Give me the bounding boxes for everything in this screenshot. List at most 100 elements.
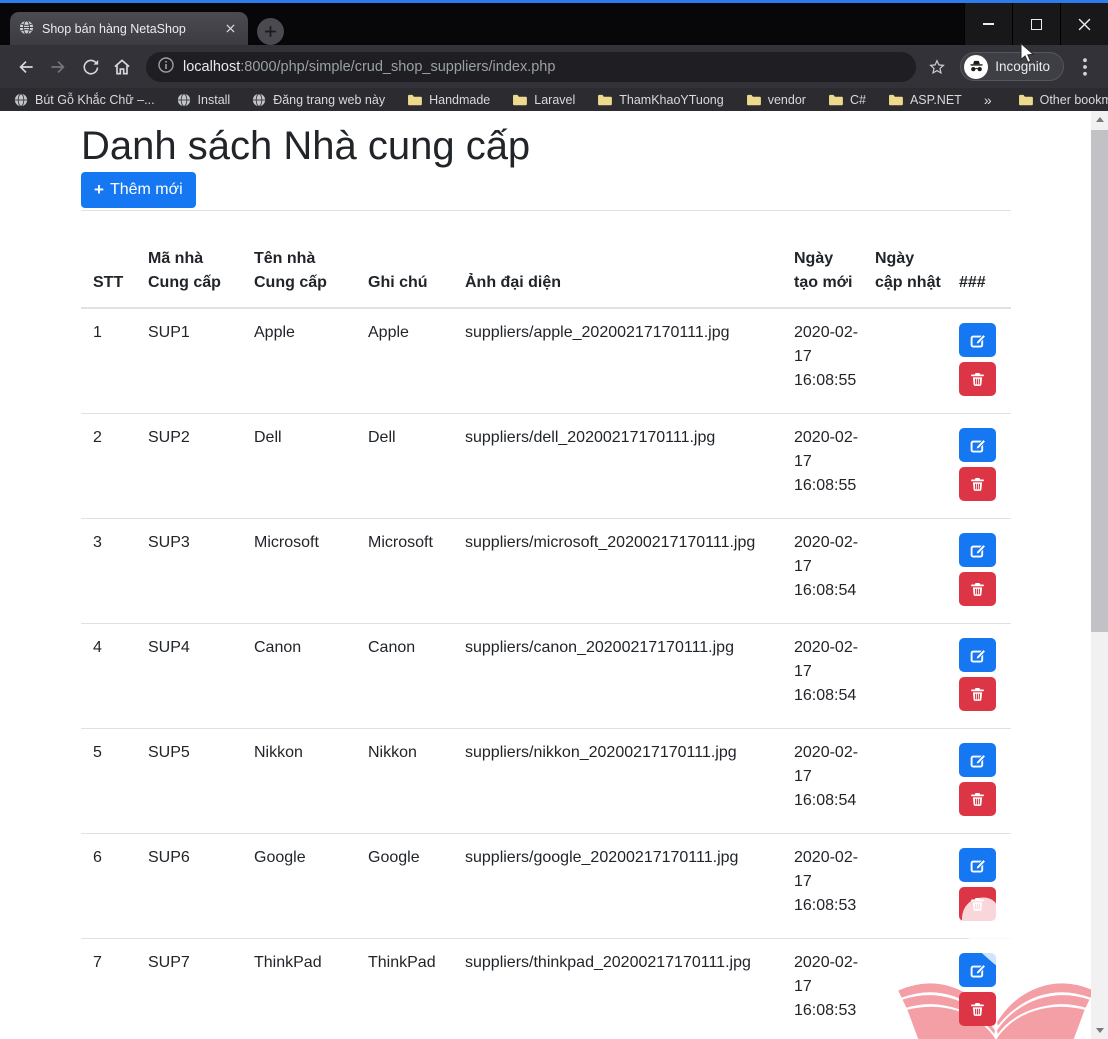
incognito-badge[interactable]: Incognito: [960, 52, 1064, 81]
delete-button[interactable]: [959, 572, 996, 606]
cell-stt: 6: [81, 833, 136, 938]
bookmark-folder[interactable]: vendor: [746, 93, 806, 107]
edit-pencil-icon: [970, 962, 986, 978]
edit-pencil-icon: [970, 752, 986, 768]
edit-button[interactable]: [959, 743, 996, 777]
folder-icon: [888, 94, 903, 106]
incognito-icon: [964, 55, 988, 79]
cell-name: Nikkon: [242, 728, 356, 833]
cell-stt: 1: [81, 308, 136, 414]
edit-button[interactable]: [959, 428, 996, 462]
delete-button[interactable]: [959, 992, 996, 1026]
delete-button[interactable]: [959, 782, 996, 816]
other-bookmarks-button[interactable]: Other bookmarks: [1018, 93, 1108, 107]
cell-updated: [863, 518, 947, 623]
cell-updated: [863, 728, 947, 833]
new-tab-button[interactable]: [257, 18, 284, 45]
url-host: localhost: [183, 59, 240, 75]
bookmark-label: vendor: [768, 93, 806, 107]
bookmarks-overflow-chevron-icon[interactable]: »: [984, 92, 992, 108]
bookmark-label: C#: [850, 93, 866, 107]
bookmark-folder[interactable]: C#: [828, 93, 866, 107]
tab-title: Shop bán hàng NetaShop: [42, 22, 213, 36]
cell-stt: 5: [81, 728, 136, 833]
add-new-label: Thêm mới: [110, 181, 183, 199]
window-accent-border: [0, 0, 1108, 3]
cell-name: Google: [242, 833, 356, 938]
bookmark-label: Install: [198, 93, 231, 107]
delete-button[interactable]: [959, 677, 996, 711]
back-arrow-icon: [16, 57, 36, 77]
table-row: 4 SUP4 Canon Canon suppliers/canon_20200…: [81, 623, 1011, 728]
bookmark-label: Laravel: [534, 93, 575, 107]
cell-updated: [863, 833, 947, 938]
tab-strip: Shop bán hàng NetaShop: [0, 3, 1108, 45]
tab-close-icon[interactable]: [221, 20, 239, 38]
cell-code: SUP5: [136, 728, 242, 833]
edit-pencil-icon: [970, 647, 986, 663]
header-created: Ngày tạo mới: [782, 211, 863, 308]
close-icon: [1078, 18, 1091, 31]
cell-created: 2020-02-17 16:08:53: [782, 938, 863, 1039]
bookmark-item[interactable]: Install: [177, 93, 231, 107]
bookmark-folder[interactable]: Handmade: [407, 93, 490, 107]
cell-name: Dell: [242, 413, 356, 518]
scrollbar-down-button[interactable]: [1091, 1022, 1108, 1039]
reload-button[interactable]: [74, 51, 106, 83]
cell-created: 2020-02-17 16:08:55: [782, 413, 863, 518]
trash-icon: [970, 791, 985, 807]
edit-button[interactable]: [959, 323, 996, 357]
cell-image: suppliers/google_20200217170111.jpg: [453, 833, 782, 938]
bookmark-item[interactable]: Đăng trang web này: [252, 93, 385, 107]
add-new-button[interactable]: + Thêm mới: [81, 172, 196, 208]
cell-code: SUP2: [136, 413, 242, 518]
home-button[interactable]: [106, 51, 138, 83]
edit-button[interactable]: [959, 848, 996, 882]
table-row: 5 SUP5 Nikkon Nikkon suppliers/nikkon_20…: [81, 728, 1011, 833]
bookmark-label: Bút Gỗ Khắc Chữ –...: [35, 93, 155, 107]
scrollbar-up-button[interactable]: [1091, 111, 1108, 128]
site-info-icon[interactable]: [158, 57, 174, 77]
star-icon: [928, 58, 946, 76]
cell-note: ThinkPad: [356, 938, 453, 1039]
cell-note: Dell: [356, 413, 453, 518]
cell-code: SUP1: [136, 308, 242, 414]
trash-icon: [970, 581, 985, 597]
window-minimize-button[interactable]: [964, 3, 1012, 45]
bookmark-folder[interactable]: ASP.NET: [888, 93, 962, 107]
globe-icon: [14, 93, 28, 107]
bookmark-star-button[interactable]: [922, 52, 952, 82]
window-close-button[interactable]: [1060, 3, 1108, 45]
cell-name: Canon: [242, 623, 356, 728]
edit-button[interactable]: [959, 953, 996, 987]
back-button[interactable]: [10, 51, 42, 83]
trash-icon: [970, 476, 985, 492]
delete-button[interactable]: [959, 362, 996, 396]
folder-icon: [828, 94, 843, 106]
browser-menu-button[interactable]: [1072, 52, 1098, 82]
table-row: 6 SUP6 Google Google suppliers/google_20…: [81, 833, 1011, 938]
header-code: Mã nhà Cung cấp: [136, 211, 242, 308]
browser-tab[interactable]: Shop bán hàng NetaShop: [10, 12, 248, 45]
bookmark-folder[interactable]: ThamKhaoYTuong: [597, 93, 723, 107]
edit-button[interactable]: [959, 638, 996, 672]
bookmark-item[interactable]: Bút Gỗ Khắc Chữ –...: [14, 93, 155, 107]
address-bar[interactable]: localhost:8000/php/simple/crud_shop_supp…: [146, 52, 916, 82]
cell-stt: 7: [81, 938, 136, 1039]
delete-button[interactable]: [959, 887, 996, 921]
forward-button[interactable]: [42, 51, 74, 83]
table-row: 7 SUP7 ThinkPad ThinkPad suppliers/think…: [81, 938, 1011, 1039]
cell-code: SUP7: [136, 938, 242, 1039]
edit-button[interactable]: [959, 533, 996, 567]
cell-code: SUP4: [136, 623, 242, 728]
bookmark-folder[interactable]: Laravel: [512, 93, 575, 107]
window-maximize-button[interactable]: [1012, 3, 1060, 45]
trash-icon: [970, 371, 985, 387]
cell-image: suppliers/thinkpad_20200217170111.jpg: [453, 938, 782, 1039]
cell-created: 2020-02-17 16:08:53: [782, 833, 863, 938]
header-stt: STT: [81, 211, 136, 308]
cell-image: suppliers/dell_20200217170111.jpg: [453, 413, 782, 518]
scrollbar-thumb[interactable]: [1091, 130, 1108, 632]
bookmarks-bar: Bút Gỗ Khắc Chữ –... Install Đăng trang …: [0, 88, 1108, 111]
delete-button[interactable]: [959, 467, 996, 501]
